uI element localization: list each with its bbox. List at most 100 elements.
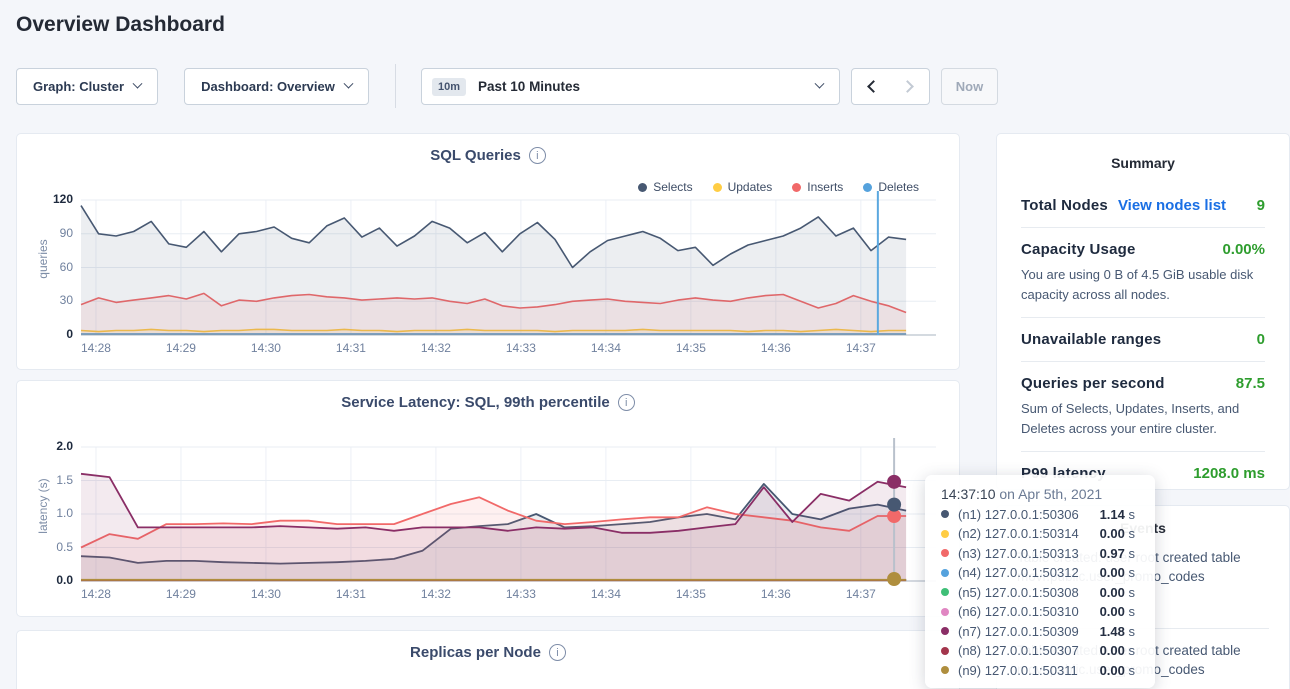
tooltip-node-value: 1.48 s: [1100, 624, 1141, 639]
summary-title: Summary: [1021, 134, 1265, 171]
node-color-dot: [941, 569, 949, 577]
summary-row: Total Nodes View nodes list 9: [1021, 184, 1265, 228]
time-next-button[interactable]: [890, 68, 930, 105]
summary-row-head: Queries per second 87.5: [1021, 375, 1265, 392]
dashboard-dropdown-label: Dashboard: Overview: [201, 79, 335, 94]
dashboard-dropdown[interactable]: Dashboard: Overview: [184, 68, 369, 105]
tooltip-node-unit: s: [1125, 624, 1135, 639]
y-tick-label: 2.0: [17, 439, 73, 453]
x-tick-label: 14:29: [153, 341, 209, 355]
summary-label: Total Nodes: [1021, 197, 1108, 214]
hover-marker: [887, 572, 901, 586]
x-tick-label: 14:34: [578, 587, 634, 601]
tooltip-node-row: (n5) 127.0.0.1:503080.00 s: [941, 585, 1141, 600]
time-prev-button[interactable]: [851, 68, 891, 105]
summary-value: 87.5: [1236, 375, 1265, 392]
x-tick-label: 14:32: [408, 587, 464, 601]
legend-item-updates[interactable]: Updates: [713, 180, 773, 194]
chart-hover-tooltip: 14:37:10 on Apr 5th, 2021 (n1) 127.0.0.1…: [925, 475, 1155, 688]
legend-label: Deletes: [878, 180, 919, 194]
summary-row: Unavailable ranges 0: [1021, 318, 1265, 362]
hover-marker: [887, 475, 901, 489]
tooltip-node-unit: s: [1125, 565, 1135, 580]
node-color-dot: [941, 588, 949, 596]
sql-queries-plot[interactable]: [81, 200, 936, 335]
tooltip-rows: (n1) 127.0.0.1:503061.14 s (n2) 127.0.0.1…: [941, 507, 1141, 678]
chevron-down-icon: [133, 79, 143, 89]
x-tick-label: 14:31: [323, 341, 379, 355]
node-color-dot: [941, 627, 949, 635]
chevron-down-icon: [343, 79, 353, 89]
summary-row: Queries per second87.5Sum of Selects, Up…: [1021, 362, 1265, 452]
y-tick-label: 120: [17, 192, 73, 206]
y-tick-label: 0.5: [17, 540, 73, 554]
legend-item-deletes[interactable]: Deletes: [863, 180, 919, 194]
info-icon[interactable]: i: [618, 394, 635, 411]
x-tick-label: 14:36: [748, 341, 804, 355]
tooltip-node-unit: s: [1125, 604, 1135, 619]
tooltip-node-row: (n2) 127.0.0.1:503140.00 s: [941, 526, 1141, 541]
x-tick-label: 14:30: [238, 587, 294, 601]
summary-value: 0: [1257, 331, 1265, 348]
chevron-right-icon: [901, 80, 914, 93]
y-tick-label: 30: [17, 293, 73, 307]
legend-dot: [713, 183, 722, 192]
view-nodes-list-link[interactable]: View nodes list: [1118, 197, 1226, 214]
legend-label: Inserts: [807, 180, 843, 194]
tooltip-node-value: 1.14 s: [1100, 507, 1141, 522]
summary-label: Queries per second: [1021, 375, 1165, 392]
legend-item-inserts[interactable]: Inserts: [792, 180, 843, 194]
legend-dot: [638, 183, 647, 192]
x-tick-label: 14:32: [408, 341, 464, 355]
hover-marker: [887, 498, 901, 512]
legend-item-selects[interactable]: Selects: [638, 180, 692, 194]
tooltip-node-row: (n8) 127.0.0.1:503070.00 s: [941, 643, 1141, 658]
tooltip-node-value: 0.00 s: [1100, 526, 1141, 541]
x-tick-label: 14:34: [578, 341, 634, 355]
replicas-per-node-chart-panel: Replicas per Node i: [16, 630, 960, 689]
x-tick-label: 14:28: [68, 587, 124, 601]
tooltip-node-value: 0.00 s: [1100, 604, 1141, 619]
tooltip-node-unit: s: [1125, 507, 1135, 522]
chart-title: SQL Queries: [430, 147, 521, 164]
legend-dot: [863, 183, 872, 192]
info-icon[interactable]: i: [529, 147, 546, 164]
overview-dashboard-page: Overview Dashboard Graph: Cluster Dashbo…: [0, 0, 1290, 689]
tooltip-node-row: (n3) 127.0.0.1:50313 0.97 s: [941, 546, 1141, 561]
x-tick-label: 14:37: [833, 587, 889, 601]
y-tick-label: 60: [17, 260, 73, 274]
summary-description: You are using 0 B of 4.5 GiB usable disk…: [1021, 265, 1265, 304]
chart-title: Service Latency: SQL, 99th percentile: [341, 394, 609, 411]
now-button[interactable]: Now: [941, 68, 998, 105]
legend-label: Updates: [728, 180, 773, 194]
y-tick-label: 0.0: [17, 573, 73, 587]
tooltip-node-label: (n3) 127.0.0.1:50313: [958, 546, 1079, 561]
summary-label: Unavailable ranges: [1021, 331, 1161, 348]
legend-dot: [792, 183, 801, 192]
tooltip-node-value: 0.00 s: [1100, 663, 1141, 678]
y-tick-label: 1.5: [17, 473, 73, 487]
x-tick-label: 14:33: [493, 341, 549, 355]
x-tick-label: 14:35: [663, 587, 719, 601]
tooltip-node-unit: s: [1125, 643, 1135, 658]
tooltip-node-row: (n1) 127.0.0.1:503061.14 s: [941, 507, 1141, 522]
chevron-down-icon: [815, 79, 825, 89]
tooltip-node-unit: s: [1125, 585, 1135, 600]
page-title: Overview Dashboard: [16, 13, 225, 37]
summary-label: Capacity Usage: [1021, 241, 1136, 258]
series-selects-area: [81, 206, 906, 335]
node-color-dot: [941, 510, 949, 518]
time-range-badge: 10m: [432, 78, 466, 96]
tooltip-node-value: 0.97 s: [1100, 546, 1141, 561]
service-latency-plot[interactable]: [81, 447, 936, 581]
tooltip-node-unit: s: [1125, 663, 1135, 678]
info-icon[interactable]: i: [549, 644, 566, 661]
tooltip-node-row: (n6) 127.0.0.1:503100.00 s: [941, 604, 1141, 619]
summary-value: 9: [1257, 197, 1265, 214]
tooltip-timestamp: 14:37:10 on Apr 5th, 2021: [941, 486, 1141, 502]
graph-dropdown[interactable]: Graph: Cluster: [16, 68, 158, 105]
summary-row-head: Unavailable ranges 0: [1021, 331, 1265, 348]
time-range-picker[interactable]: 10m Past 10 Minutes: [421, 68, 840, 105]
x-tick-label: 14:28: [68, 341, 124, 355]
toolbar-divider: [395, 64, 396, 108]
